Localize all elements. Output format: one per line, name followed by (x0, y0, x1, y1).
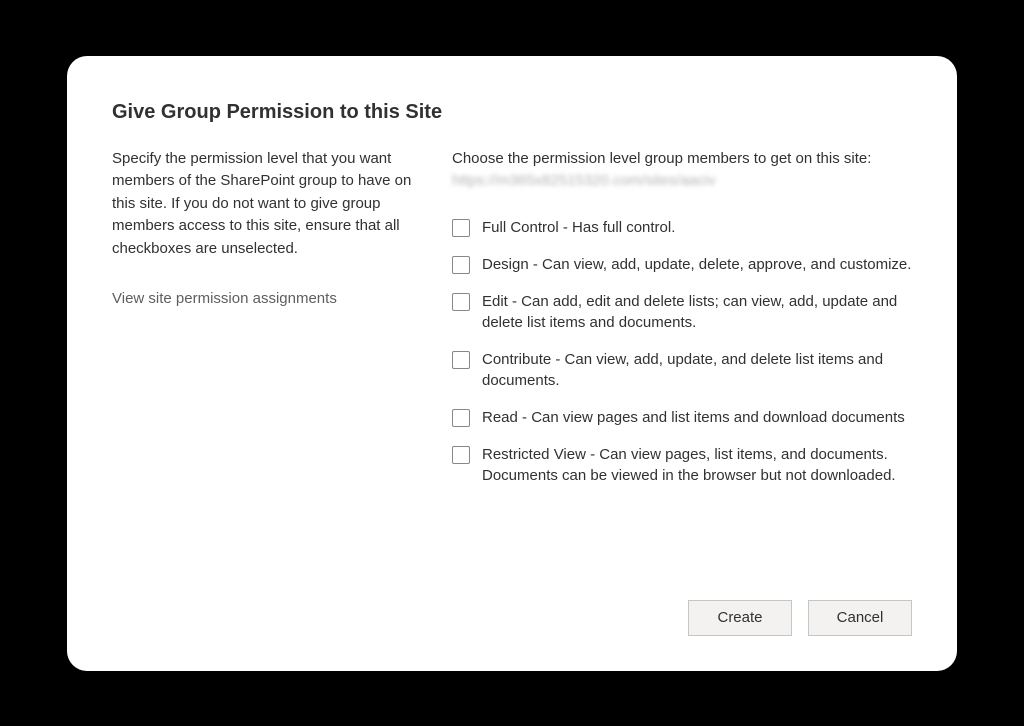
button-row: Create Cancel (112, 600, 912, 636)
permission-label[interactable]: Read - Can view pages and list items and… (482, 407, 905, 428)
permission-item-read: Read - Can view pages and list items and… (452, 407, 912, 428)
prompt-text: Choose the permission level group member… (452, 148, 912, 193)
right-column: Choose the permission level group member… (452, 148, 912, 576)
create-button[interactable]: Create (688, 600, 792, 636)
prompt-label: Choose the permission level group member… (452, 150, 871, 167)
checkbox-contribute[interactable] (452, 351, 470, 369)
permission-label[interactable]: Full Control - Has full control. (482, 217, 675, 238)
permission-item-edit: Edit - Can add, edit and delete lists; c… (452, 291, 912, 333)
site-url: https://m365x82515320.com/sites/aaciv (452, 172, 715, 189)
permission-item-restricted-view: Restricted View - Can view pages, list i… (452, 444, 912, 486)
checkbox-design[interactable] (452, 256, 470, 274)
permission-label[interactable]: Restricted View - Can view pages, list i… (482, 444, 912, 486)
left-column: Specify the permission level that you wa… (112, 148, 412, 576)
permission-item-contribute: Contribute - Can view, add, update, and … (452, 349, 912, 391)
view-assignments-link[interactable]: View site permission assignments (112, 290, 412, 307)
cancel-button[interactable]: Cancel (808, 600, 912, 636)
dialog-content: Specify the permission level that you wa… (112, 148, 912, 576)
permission-dialog: Give Group Permission to this Site Speci… (67, 56, 957, 671)
permission-item-full-control: Full Control - Has full control. (452, 217, 912, 238)
description-text: Specify the permission level that you wa… (112, 148, 412, 261)
permission-label[interactable]: Design - Can view, add, update, delete, … (482, 254, 911, 275)
permission-label[interactable]: Contribute - Can view, add, update, and … (482, 349, 912, 391)
permission-label[interactable]: Edit - Can add, edit and delete lists; c… (482, 291, 912, 333)
checkbox-restricted-view[interactable] (452, 446, 470, 464)
checkbox-edit[interactable] (452, 293, 470, 311)
permission-list: Full Control - Has full control. Design … (452, 217, 912, 486)
checkbox-full-control[interactable] (452, 219, 470, 237)
permission-item-design: Design - Can view, add, update, delete, … (452, 254, 912, 275)
dialog-title: Give Group Permission to this Site (112, 101, 912, 124)
checkbox-read[interactable] (452, 409, 470, 427)
